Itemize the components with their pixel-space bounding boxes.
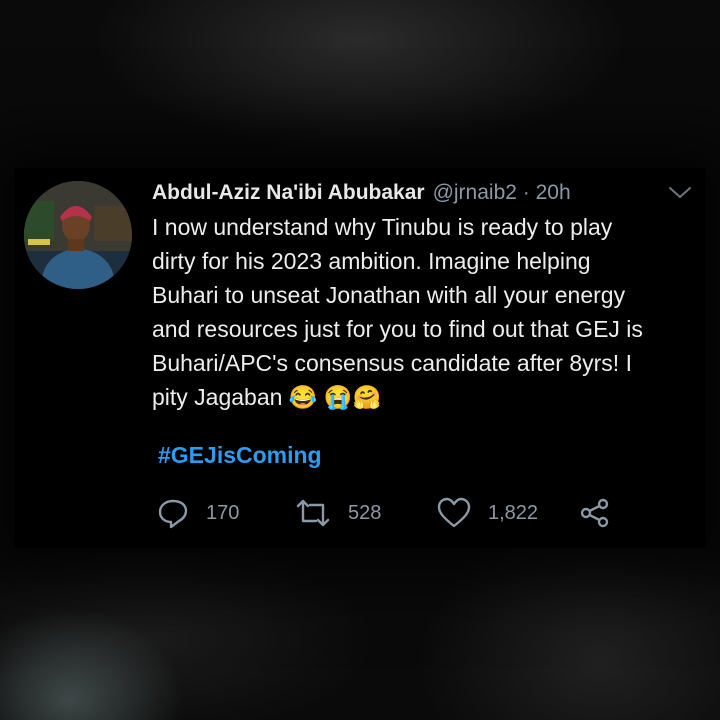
retweet-icon <box>296 499 330 527</box>
hashtag-link[interactable]: #GEJisComing <box>158 442 322 469</box>
like-count: 1,822 <box>488 501 539 524</box>
tweet-header: Abdul-Aziz Na'ibi Abubakar @jrnaib2 · 20… <box>152 178 692 208</box>
author-name[interactable]: Abdul-Aziz Na'ibi Abubakar <box>152 181 425 205</box>
share-icon <box>580 498 609 528</box>
author-handle-time[interactable]: @jrnaib2 · 20h <box>433 181 571 205</box>
tweet-text: I now understand why Tinubu is ready to … <box>152 214 643 410</box>
tweet-actions: 170 528 1,822 <box>156 496 626 530</box>
chevron-down-icon[interactable] <box>666 180 694 204</box>
retweet-count: 528 <box>348 501 382 524</box>
avatar[interactable] <box>24 181 132 289</box>
like-icon <box>437 497 471 528</box>
reply-icon <box>158 499 188 529</box>
retweet-button[interactable]: 528 <box>294 496 381 530</box>
share-button[interactable] <box>578 496 612 530</box>
like-button[interactable]: 1,822 <box>436 496 538 530</box>
reply-count: 170 <box>206 501 240 524</box>
reply-button[interactable]: 170 <box>156 496 239 530</box>
